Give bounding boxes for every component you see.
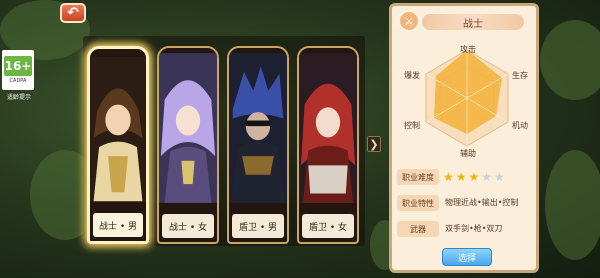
stat-survival-label: 生存: [512, 71, 528, 80]
character-card-warrior-male[interactable]: 战士 • 男: [87, 46, 149, 244]
trait-value: 物理近战•输出•控制: [445, 198, 519, 207]
character-card-label: 战士 • 男: [93, 213, 143, 237]
stat-mobility-label: 机动: [512, 121, 528, 130]
warrior-male-portrait: [90, 56, 146, 202]
difficulty-stars: ★ ★ ★ ★ ★: [443, 170, 505, 184]
class-info-panel: ⚔ 战士 攻击 生存 机动 辅助 控制 爆发 职业难度 ★ ★ ★ ★ ★ 职业特性 物…: [389, 3, 539, 273]
weapon-row: 武器 双手剑•枪•双刀: [397, 221, 537, 237]
weapon-label: 武器: [397, 221, 439, 237]
difficulty-row: 职业难度 ★ ★ ★ ★ ★: [397, 169, 537, 185]
stat-control-label: 控制: [404, 121, 420, 130]
select-button[interactable]: 选择: [442, 248, 492, 266]
character-card-label: 盾卫 • 女: [302, 214, 354, 238]
weapon-value: 双手剑•枪•双刀: [445, 224, 503, 233]
age-rating-number: 16+: [4, 56, 32, 76]
character-card-shieldguard-male[interactable]: 盾卫 • 男: [227, 46, 289, 244]
age-rating-tip: 适龄提示: [6, 94, 31, 101]
stat-burst-label: 爆发: [404, 71, 420, 80]
back-button[interactable]: ↶: [60, 3, 86, 23]
star-filled-icon: ★: [443, 170, 454, 184]
character-card-warrior-female[interactable]: 战士 • 女: [157, 46, 219, 244]
character-card-label: 盾卫 • 男: [232, 214, 284, 238]
star-filled-icon: ★: [468, 170, 480, 184]
class-title: 战士: [422, 14, 524, 30]
trait-label: 职业特性: [397, 195, 439, 211]
sword-icon: ⚔: [398, 10, 420, 32]
next-arrow-button[interactable]: ❯: [367, 136, 381, 152]
star-filled-icon: ★: [455, 170, 467, 184]
shieldguard-female-portrait: [299, 53, 357, 203]
stat-support-label: 辅助: [460, 149, 476, 158]
age-rating-org: CADPA: [9, 78, 27, 84]
chevron-right-icon: ❯: [369, 137, 379, 151]
shieldguard-male-portrait: [229, 53, 287, 203]
star-empty-icon: ★: [494, 170, 505, 184]
trait-row: 职业特性 物理近战•输出•控制: [397, 195, 537, 211]
character-card-list: 战士 • 男 战士 • 女 盾卫 • 男 盾卫 • 女: [83, 36, 365, 246]
back-arrow-icon: ↶: [67, 5, 79, 21]
difficulty-label: 职业难度: [397, 169, 439, 185]
character-card-label: 战士 • 女: [162, 214, 214, 238]
age-rating-badge: 16+ CADPA 适龄提示: [2, 50, 34, 101]
stat-radar-chart: [425, 49, 509, 147]
warrior-female-portrait: [159, 53, 217, 203]
stat-attack-label: 攻击: [460, 45, 476, 54]
character-card-shieldguard-female[interactable]: 盾卫 • 女: [297, 46, 359, 244]
star-empty-icon: ★: [481, 170, 493, 184]
